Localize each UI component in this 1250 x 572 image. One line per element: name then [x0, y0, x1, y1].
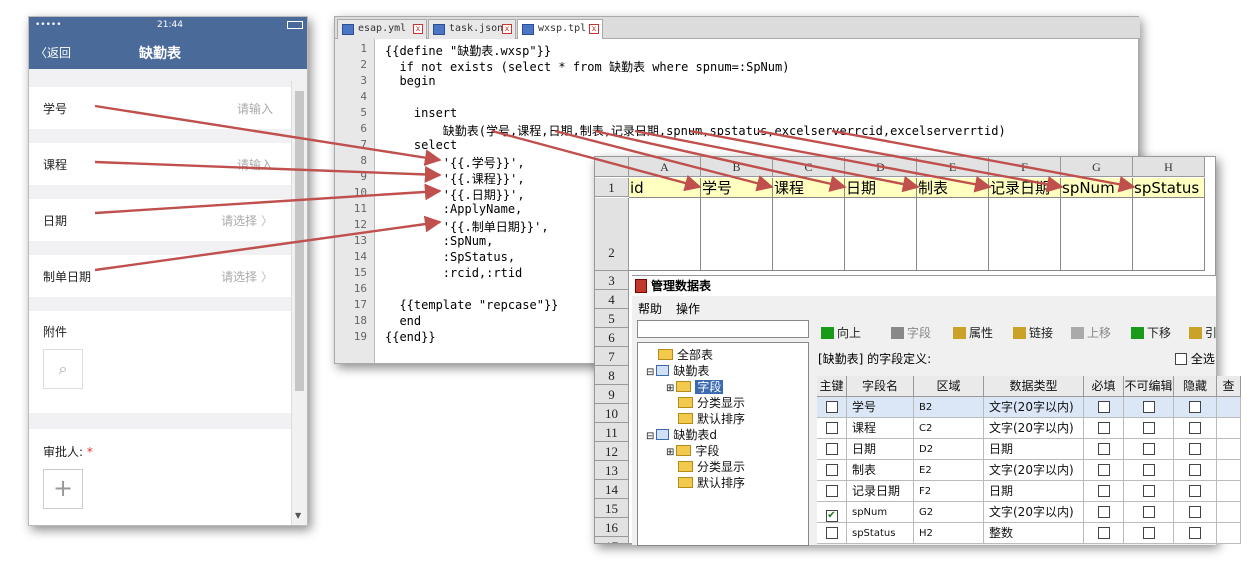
arrow-col-b [491, 129, 702, 192]
arrow-xuehao [94, 104, 442, 166]
arrow-kecheng [94, 160, 442, 183]
annotation-arrows [94, 104, 1136, 272]
arrow-riqi [94, 183, 442, 215]
arrow-zhidan [94, 215, 442, 272]
